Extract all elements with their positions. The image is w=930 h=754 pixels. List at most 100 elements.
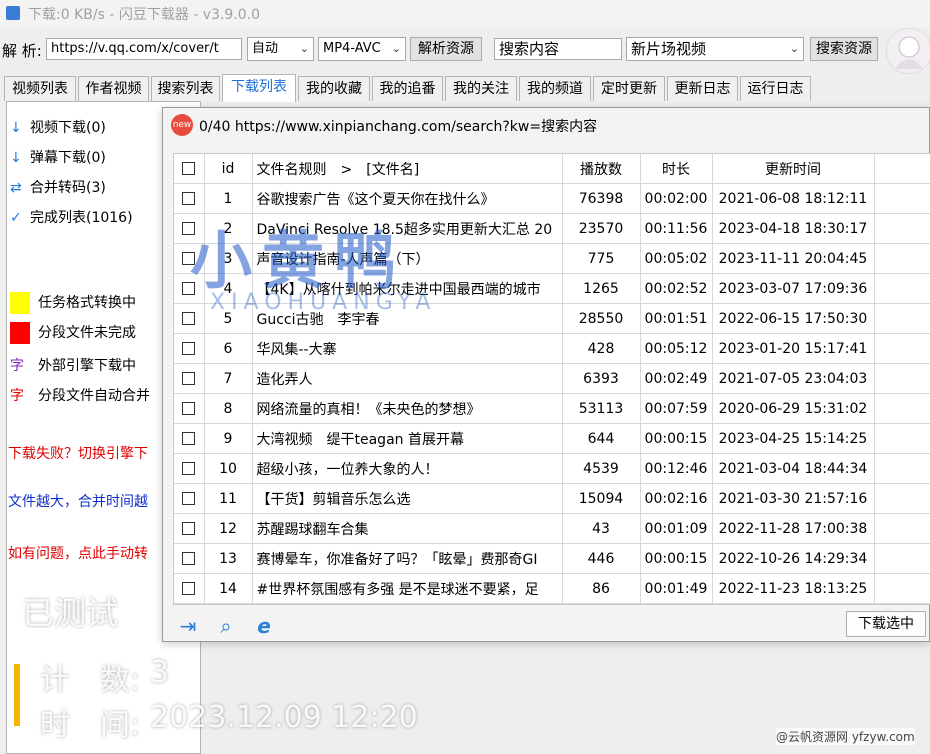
row-checkbox[interactable] [174, 453, 205, 484]
external-engine-glyph-icon: 字 [10, 358, 24, 374]
cell-empty [874, 273, 930, 304]
sidebar-item-completed[interactable]: ✓ 完成列表(1016) [10, 207, 133, 227]
cell-empty [874, 333, 930, 364]
table-row[interactable]: 14 #世界杯氛围感有多强 是不是球迷不要紧，足 86 00:01:49 2022-11… [174, 573, 930, 604]
column-header-duration[interactable]: 时长 [640, 154, 713, 184]
cell-plays: 86 [562, 573, 641, 604]
search-input[interactable]: 搜索内容 [494, 38, 622, 60]
sidebar-item-danmaku-download[interactable]: ↓ 弹幕下载(0) [10, 147, 106, 167]
cell-empty [874, 573, 930, 604]
legend-label: 任务格式转换中 [38, 295, 136, 311]
swap-icon: ⇄ [10, 180, 22, 196]
tab-6[interactable]: 我的关注 [445, 76, 517, 101]
search-result-dialog: new 0/40 https://www.xinpianchang.com/se… [162, 107, 930, 642]
cell-id: 10 [204, 453, 253, 484]
cell-duration: 00:02:00 [640, 183, 713, 214]
table-row[interactable]: 11 【干货】剪辑音乐怎么选 15094 00:02:16 2021-03-30 21:… [174, 483, 930, 514]
tab-0[interactable]: 视频列表 [4, 76, 76, 101]
export-list-icon[interactable]: ⇥ [175, 613, 201, 639]
cell-plays: 15094 [562, 483, 641, 514]
tab-4[interactable]: 我的收藏 [298, 76, 370, 101]
chevron-down-icon: ⌄ [299, 42, 309, 55]
accent-bar [14, 664, 20, 726]
check-icon: ✓ [10, 210, 22, 226]
tab-5[interactable]: 我的追番 [372, 76, 443, 101]
row-checkbox[interactable] [174, 543, 205, 574]
url-input[interactable]: https://v.qq.com/x/cover/t [46, 38, 242, 60]
format-select[interactable]: MP4-AVC ⌄ [318, 37, 406, 61]
legend-label: 外部引擎下载中 [38, 358, 136, 374]
cell-duration: 00:00:15 [640, 423, 713, 454]
chevron-down-icon: ⌄ [391, 42, 401, 55]
table-row[interactable]: 1 谷歌搜索广告《这个夏天你在找什么》 76398 00:02:00 2021-06-0… [174, 183, 930, 214]
tab-3[interactable]: 下载列表 [222, 74, 296, 102]
table-row[interactable]: 12 苏醒踢球翻车合集 43 00:01:09 2022-11-28 17:00:38 [174, 513, 930, 544]
cell-empty [874, 423, 930, 454]
row-checkbox[interactable] [174, 423, 205, 454]
cell-empty [874, 543, 930, 574]
tab-7[interactable]: 我的频道 [519, 76, 591, 101]
column-header-filename[interactable]: 文件名规则 > [文件名] [252, 154, 563, 184]
table-row[interactable]: 13 赛博晕车，你准备好了吗？「眩晕」费那奇GI 446 00:00:15 2022-1… [174, 543, 930, 574]
download-selected-button[interactable]: 下载选中 [846, 611, 926, 637]
sidebar-item-label: 视频下载(0) [30, 120, 106, 136]
table-row[interactable]: 9 大湾视频 缇干teagan 首展开幕 644 00:00:15 2023-04-25… [174, 423, 930, 454]
cell-duration: 00:05:02 [640, 243, 713, 274]
row-checkbox[interactable] [174, 303, 205, 334]
merge-time-note: 文件越大，合并时间越 [8, 494, 148, 510]
category-select[interactable]: 新片场视频 ⌄ [626, 37, 804, 61]
cell-empty [874, 393, 930, 424]
cell-updated: 2023-01-20 15:17:41 [712, 333, 875, 364]
red-swatch [10, 322, 30, 344]
download-icon: ↓ [10, 150, 22, 166]
manual-convert-link[interactable]: 如有问题，点此手动转 [8, 543, 148, 563]
row-checkbox[interactable] [174, 363, 205, 394]
mode-select[interactable]: 自动 ⌄ [247, 37, 314, 61]
search-list-icon[interactable]: ⌕ [213, 613, 239, 639]
avatar-image [895, 36, 923, 69]
column-header-id[interactable]: id [204, 154, 253, 184]
cell-plays: 53113 [562, 393, 641, 424]
cell-plays: 43 [562, 513, 641, 544]
table-row[interactable]: 10 超级小孩，一位养大象的人！ 4539 00:12:46 2021-03-04 18… [174, 453, 930, 484]
tab-2[interactable]: 搜索列表 [151, 76, 220, 101]
tab-1[interactable]: 作者视频 [78, 76, 149, 101]
avatar[interactable] [886, 28, 930, 74]
cell-duration: 00:01:51 [640, 303, 713, 334]
column-header-empty [874, 154, 930, 184]
cell-id: 12 [204, 513, 253, 544]
cell-empty [874, 363, 930, 394]
sidebar-item-merge-transcode[interactable]: ⇄ 合并转码(3) [10, 177, 106, 197]
sidebar-item-video-download[interactable]: ↓ 视频下载(0) [10, 117, 106, 137]
cell-updated: 2021-03-30 21:57:16 [712, 483, 875, 514]
tab-9[interactable]: 更新日志 [667, 76, 738, 101]
engine-switch-link[interactable]: 下载失败？切换引擎下 [8, 443, 148, 463]
table-row[interactable]: 7 造化弄人 6393 00:02:49 2021-07-05 23:04:03 [174, 363, 930, 394]
cell-empty [874, 483, 930, 514]
select-all-checkbox[interactable] [174, 154, 205, 184]
cell-empty [874, 183, 930, 214]
cell-duration: 00:01:49 [640, 573, 713, 604]
parse-button[interactable]: 解析资源 [410, 37, 482, 61]
tab-10[interactable]: 运行日志 [740, 76, 811, 101]
cell-updated: 2023-03-07 17:09:36 [712, 273, 875, 304]
new-badge-icon: new [171, 114, 193, 136]
row-checkbox[interactable] [174, 573, 205, 604]
cell-duration: 00:01:09 [640, 513, 713, 544]
browser-e-icon[interactable]: e [251, 613, 277, 639]
table-row[interactable]: 6 华风集--大寨 428 00:05:12 2023-01-20 15:17:41 [174, 333, 930, 364]
cell-duration: 00:11:56 [640, 213, 713, 244]
column-header-updated[interactable]: 更新时间 [712, 154, 875, 184]
search-button[interactable]: 搜索资源 [810, 37, 878, 61]
tab-8[interactable]: 定时更新 [593, 76, 665, 101]
cell-filename: #世界杯氛围感有多强 是不是球迷不要紧，足 [252, 573, 563, 604]
legend-incomplete: 分段文件未完成 [10, 322, 136, 344]
row-checkbox[interactable] [174, 483, 205, 514]
row-checkbox[interactable] [174, 183, 205, 214]
row-checkbox[interactable] [174, 333, 205, 364]
cell-plays: 28550 [562, 303, 641, 334]
row-checkbox[interactable] [174, 393, 205, 424]
column-header-plays[interactable]: 播放数 [562, 154, 641, 184]
row-checkbox[interactable] [174, 513, 205, 544]
table-row[interactable]: 8 网络流量的真相！《未央色的梦想》 53113 00:07:59 2020-06-29… [174, 393, 930, 424]
